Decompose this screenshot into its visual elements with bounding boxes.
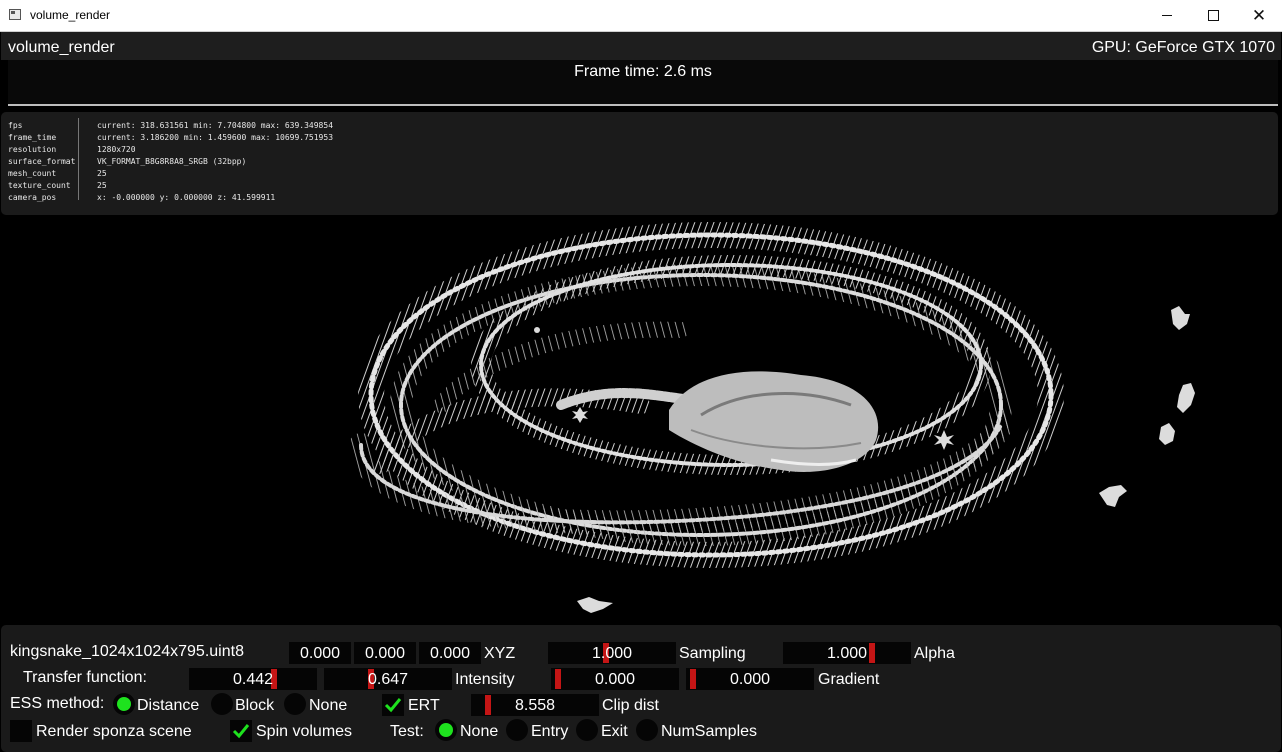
- window-titlebar: volume_render ✕: [0, 0, 1282, 32]
- clip-dist-label: Clip dist: [602, 697, 659, 714]
- ess-distance-label[interactable]: Distance: [137, 697, 199, 715]
- gradient-low-value: 0.000: [594, 671, 636, 688]
- transfer-low-slider[interactable]: 0.442: [189, 668, 317, 690]
- xyz-label: XYZ: [484, 645, 516, 662]
- stat-value: 25: [97, 169, 107, 178]
- stat-value: current: 3.186200 min: 1.459600 max: 106…: [97, 133, 334, 142]
- test-none-label[interactable]: None: [460, 723, 498, 741]
- stat-value: 1280x720: [97, 145, 136, 154]
- test-numsamples-label[interactable]: NumSamples: [661, 723, 757, 741]
- stat-value: VK_FORMAT_B8G8R8A8_SRGB (32bpp): [97, 157, 247, 166]
- stat-value: 25: [97, 181, 107, 190]
- frame-time-graph: Frame time: 2.6 ms: [8, 60, 1278, 106]
- sampling-label: Sampling: [679, 645, 746, 662]
- window-title: volume_render: [30, 8, 111, 22]
- app-name: volume_render: [8, 39, 115, 56]
- minimize-button[interactable]: [1144, 0, 1190, 31]
- render-sponza-checkbox[interactable]: [10, 720, 32, 742]
- spin-volumes-checkbox[interactable]: [230, 720, 252, 742]
- stat-key: camera_pos: [8, 193, 57, 202]
- stat-key: mesh_count: [8, 169, 57, 178]
- intensity-label: Intensity: [455, 671, 515, 688]
- y-input[interactable]: 0.000: [354, 642, 416, 664]
- ess-none-label[interactable]: None: [309, 697, 347, 715]
- test-entry-label[interactable]: Entry: [531, 723, 568, 741]
- transfer-high-value: 0.647: [367, 671, 409, 688]
- z-input[interactable]: 0.000: [419, 642, 481, 664]
- stat-value: current: 318.631561 min: 7.704800 max: 6…: [97, 121, 334, 130]
- gradient-low-slider[interactable]: 0.000: [551, 668, 679, 690]
- alpha-label: Alpha: [914, 645, 955, 662]
- check-icon: [232, 724, 250, 739]
- x-input[interactable]: 0.000: [289, 642, 351, 664]
- ess-distance-radio[interactable]: [113, 693, 135, 715]
- volume-file-label: kingsnake_1024x1024x795.uint8: [10, 643, 244, 660]
- maximize-icon: [1207, 10, 1219, 21]
- gradient-label: Gradient: [818, 671, 880, 688]
- app-header: volume_render GPU: GeForce GTX 1070: [1, 32, 1281, 60]
- maximize-button[interactable]: [1190, 0, 1236, 31]
- alpha-slider[interactable]: 1.000: [783, 642, 911, 664]
- sampling-slider[interactable]: 1.000: [548, 642, 676, 664]
- alpha-value: 1.000: [826, 645, 868, 662]
- ess-method-label: ESS method:: [10, 695, 105, 712]
- gradient-high-slider[interactable]: 0.000: [686, 668, 814, 690]
- test-entry-radio[interactable]: [506, 719, 528, 741]
- test-label: Test:: [390, 723, 424, 740]
- x-value: 0.000: [299, 645, 341, 662]
- clip-dist-slider[interactable]: 8.558: [471, 694, 599, 716]
- minimize-icon: [1162, 15, 1172, 16]
- ert-label: ERT: [408, 697, 440, 714]
- spin-volumes-label: Spin volumes: [256, 723, 353, 740]
- test-exit-label[interactable]: Exit: [601, 723, 628, 741]
- render-viewport[interactable]: [1, 215, 1281, 623]
- close-icon: ✕: [1251, 5, 1267, 25]
- app-icon: [9, 9, 21, 20]
- y-value: 0.000: [364, 645, 406, 662]
- ess-none-radio[interactable]: [284, 693, 306, 715]
- sampling-value: 1.000: [591, 645, 633, 662]
- ess-block-radio[interactable]: [211, 693, 233, 715]
- stat-key: surface_format: [8, 157, 76, 166]
- transfer-function-label: Transfer function:: [23, 669, 147, 686]
- frame-time-label: Frame time: 2.6 ms: [574, 63, 712, 80]
- stats-divider: [78, 118, 79, 200]
- volume-render-image: [349, 222, 1195, 613]
- stat-key: frame_time: [8, 133, 57, 142]
- ert-checkbox[interactable]: [382, 694, 404, 716]
- transfer-low-value: 0.442: [232, 671, 274, 688]
- stats-panel: fps current: 318.631561 min: 7.704800 max…: [1, 112, 1278, 215]
- transfer-high-slider[interactable]: 0.647: [324, 668, 452, 690]
- control-panel: kingsnake_1024x1024x795.uint8 0.000 0.00…: [1, 625, 1281, 752]
- z-value: 0.000: [429, 645, 471, 662]
- ess-block-label[interactable]: Block: [235, 697, 274, 715]
- stat-key: fps: [8, 121, 23, 130]
- gpu-label: GPU: GeForce GTX 1070: [1091, 39, 1275, 56]
- render-sponza-label: Render sponza scene: [36, 723, 192, 740]
- test-exit-radio[interactable]: [576, 719, 598, 741]
- test-numsamples-radio[interactable]: [636, 719, 658, 741]
- test-none-radio[interactable]: [435, 719, 457, 741]
- check-icon: [384, 698, 402, 713]
- stat-key: resolution: [8, 145, 57, 154]
- clip-dist-value: 8.558: [514, 697, 556, 714]
- stat-value: x: -0.000000 y: 0.000000 z: 41.599911: [97, 193, 276, 202]
- gradient-high-value: 0.000: [729, 671, 771, 688]
- stat-key: texture_count: [8, 181, 71, 190]
- close-button[interactable]: ✕: [1236, 0, 1282, 31]
- app-canvas: volume_render GPU: GeForce GTX 1070 Fram…: [1, 32, 1281, 752]
